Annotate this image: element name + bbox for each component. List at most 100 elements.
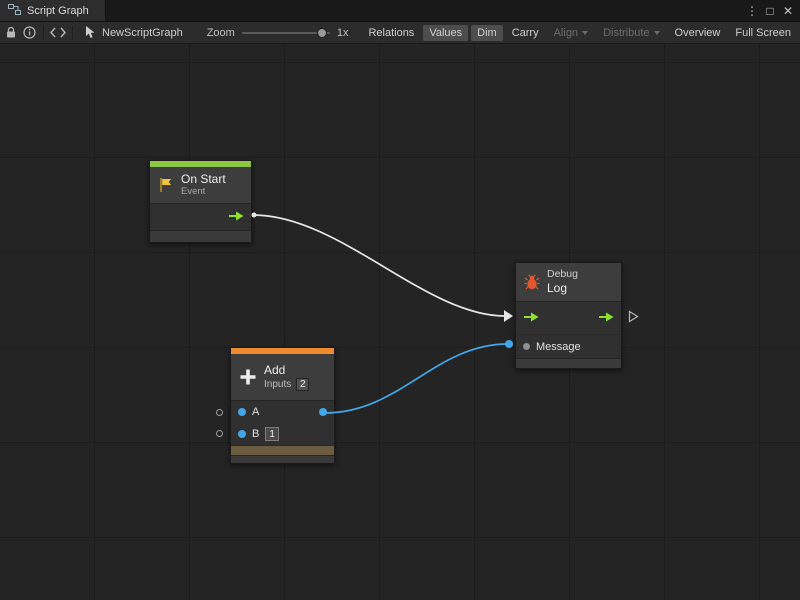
port-a-label: A — [252, 406, 259, 418]
flow-output-port[interactable] — [598, 312, 614, 325]
maximize-button[interactable]: □ — [761, 1, 779, 21]
green-arrow-icon — [598, 312, 614, 322]
unity-script-graph-window: Script Graph ⋮ □ ✕ — [0, 0, 800, 600]
close-button[interactable]: ✕ — [779, 1, 797, 21]
values-button[interactable]: Values — [423, 25, 468, 41]
inputs-count-field[interactable]: 2 — [296, 378, 309, 391]
relations-button-label: Relations — [368, 27, 414, 39]
debug-log-titles: Debug Log — [547, 268, 578, 296]
flow-row — [516, 302, 621, 334]
node-add[interactable]: Add Inputs 2 A B 1 — [230, 347, 335, 464]
zoom-label: Zoom — [207, 27, 235, 39]
debug-log-ports: Message — [516, 301, 621, 358]
lock-icon — [5, 26, 17, 39]
port-b-value-field[interactable]: 1 — [265, 427, 279, 441]
add-titles: Add Inputs 2 — [264, 363, 309, 390]
titlebar: Script Graph ⋮ □ ✕ — [0, 0, 800, 22]
code-icon — [50, 27, 66, 38]
node-namespace: Debug — [547, 268, 578, 281]
toolbar-separator — [43, 26, 44, 40]
inputs-row: Inputs 2 — [264, 378, 309, 391]
dim-button[interactable]: Dim — [471, 25, 503, 41]
inputs-label: Inputs — [264, 379, 291, 390]
node-on-start[interactable]: On Start Event — [149, 160, 252, 243]
green-arrow-icon — [523, 312, 539, 322]
graph-toolbar: NewScriptGraph Zoom 1x Relations Values … — [0, 22, 800, 44]
graph-breadcrumb[interactable]: NewScriptGraph — [79, 26, 189, 39]
graph-name-label: NewScriptGraph — [102, 27, 183, 39]
wire-arrowhead — [504, 310, 513, 322]
wire-value-add-to-message[interactable] — [325, 344, 508, 413]
values-button-label: Values — [429, 27, 462, 39]
cursor-icon — [85, 26, 96, 39]
distribute-button-label: Distribute — [603, 27, 649, 39]
zoom-slider[interactable] — [242, 32, 330, 34]
node-footer — [150, 230, 251, 242]
zoom-value: 1x — [337, 27, 349, 39]
output-port-sum[interactable] — [319, 408, 327, 416]
node-drag-bar[interactable] — [231, 445, 334, 455]
bug-icon — [524, 274, 540, 290]
carry-button-label: Carry — [512, 27, 539, 39]
script-graph-tab[interactable]: Script Graph — [0, 0, 106, 21]
port-row-a: A — [231, 401, 334, 423]
edit-source-button[interactable] — [50, 24, 66, 42]
lock-button[interactable] — [3, 24, 19, 42]
align-button-label: Align — [554, 27, 578, 39]
node-title: On Start — [181, 172, 226, 186]
dim-button-label: Dim — [477, 27, 497, 39]
wire-flow-onstart-to-debug[interactable] — [253, 215, 505, 316]
debug-log-header: Debug Log — [516, 263, 621, 301]
wire-end-dot — [505, 340, 513, 348]
overview-button-label: Overview — [675, 27, 721, 39]
input-port-a[interactable] — [238, 408, 246, 416]
node-title: Add — [264, 363, 309, 377]
unconnected-port-indicator-a[interactable] — [216, 409, 223, 416]
green-arrow-icon — [228, 211, 244, 221]
on-start-ports — [150, 203, 251, 230]
window-controls: ⋮ □ ✕ — [743, 0, 800, 21]
toolbar-buttons: Relations Values Dim Carry Align Distrib… — [362, 25, 797, 41]
wire-layer — [0, 44, 800, 600]
port-row-b: B 1 — [231, 423, 334, 445]
flow-input-port[interactable] — [523, 312, 539, 325]
toolbar-separator — [72, 26, 73, 40]
plus-icon — [239, 368, 257, 386]
add-header: Add Inputs 2 — [231, 354, 334, 400]
zoom-slider-handle[interactable] — [317, 28, 327, 38]
fullscreen-button[interactable]: Full Screen — [729, 25, 797, 41]
node-title: Log — [547, 281, 578, 295]
dropdown-caret-icon — [582, 31, 588, 35]
fullscreen-button-label: Full Screen — [735, 27, 791, 39]
wire-start-dot — [252, 213, 257, 218]
carry-button[interactable]: Carry — [506, 25, 545, 41]
info-button[interactable] — [21, 24, 37, 42]
kebab-menu-button[interactable]: ⋮ — [743, 1, 761, 21]
node-footer — [516, 358, 621, 368]
unconnected-port-indicator-b[interactable] — [216, 430, 223, 437]
relations-button[interactable]: Relations — [362, 25, 420, 41]
flag-icon — [158, 177, 174, 193]
message-row: Message — [516, 334, 621, 358]
node-footer — [231, 455, 334, 463]
input-port-b[interactable] — [238, 430, 246, 438]
info-icon — [23, 26, 36, 39]
zoom-control: Zoom 1x — [207, 27, 349, 39]
tab-label: Script Graph — [27, 5, 89, 17]
flow-output-port[interactable] — [228, 211, 244, 224]
port-b-label: B — [252, 428, 259, 440]
add-ports: A B 1 — [231, 400, 334, 445]
graph-tab-icon — [8, 4, 21, 18]
message-port-label: Message — [536, 341, 581, 353]
on-start-titles: On Start Event — [181, 172, 226, 198]
node-debug-log[interactable]: Debug Log — [515, 262, 622, 369]
node-subtitle: Event — [181, 186, 226, 198]
overview-button[interactable]: Overview — [669, 25, 727, 41]
align-dropdown: Align — [548, 25, 594, 41]
flow-output-row — [150, 204, 251, 230]
play-outline-icon — [628, 310, 639, 328]
on-start-header: On Start Event — [150, 167, 251, 203]
distribute-dropdown: Distribute — [597, 25, 665, 41]
message-input-port[interactable] — [523, 343, 530, 350]
graph-canvas[interactable]: On Start Event — [0, 44, 800, 600]
